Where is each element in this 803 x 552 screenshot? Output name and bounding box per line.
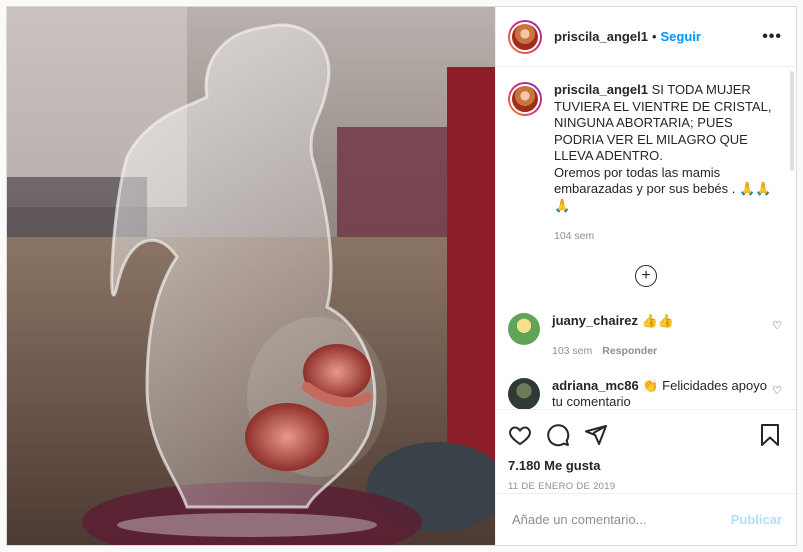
load-more: + — [496, 264, 796, 287]
avatar-image — [510, 84, 540, 114]
comment-like-icon[interactable]: ♡ — [772, 384, 782, 410]
add-comment-bar: Publicar — [496, 493, 796, 545]
caption-text: priscila_angel1 SI TODA MUJER TUVIERA EL… — [554, 82, 782, 165]
comment-username[interactable]: juany_chairez — [552, 313, 638, 328]
likes-count[interactable]: 7.180 Me gusta — [508, 458, 782, 473]
post-header: priscila_angel1 • Seguir ••• — [496, 7, 796, 67]
comment-body: juany_chairez 👍👍 103 sem Responder — [552, 313, 674, 360]
comment-text: juany_chairez 👍👍 — [552, 313, 674, 330]
caption-line2: Oremos por todas las mamis embarazadas y… — [554, 164, 772, 213]
comment-body: adriana_mc86 👏 Felicidades apoyo tu come… — [552, 378, 772, 410]
post-date[interactable]: 11 DE ENERO DE 2019 — [508, 481, 782, 492]
author-username[interactable]: priscila_angel1 — [554, 29, 648, 44]
comment-meta: 103 sem Responder — [552, 343, 674, 360]
publish-button[interactable]: Publicar — [731, 512, 782, 527]
follow-button[interactable]: Seguir — [661, 29, 701, 44]
caption-body: priscila_angel1 SI TODA MUJER TUVIERA EL… — [554, 82, 782, 245]
comment-username[interactable]: adriana_mc86 — [552, 378, 639, 393]
comment-content: 👍👍 — [641, 312, 674, 328]
caption-time[interactable]: 104 sem — [554, 228, 594, 245]
commenter-avatar[interactable] — [508, 312, 540, 345]
commenter-avatar[interactable] — [508, 377, 540, 409]
instagram-post: priscila_angel1 • Seguir ••• priscila_an… — [6, 6, 797, 546]
comment-item: adriana_mc86 👏 Felicidades apoyo tu come… — [496, 377, 796, 410]
plus-circle-icon[interactable]: + — [635, 264, 657, 287]
comment-input[interactable] — [510, 511, 731, 528]
caption-avatar[interactable] — [508, 82, 542, 116]
caption-comment: priscila_angel1 SI TODA MUJER TUVIERA EL… — [496, 68, 796, 245]
comment-text: adriana_mc86 👏 Felicidades apoyo tu come… — [552, 378, 772, 410]
glass-figure-photo — [7, 7, 495, 545]
post-side-panel: priscila_angel1 • Seguir ••• priscila_an… — [495, 7, 796, 545]
comment-icon[interactable] — [546, 423, 570, 447]
separator-dot: • — [651, 29, 657, 44]
caption-meta: 104 sem — [554, 228, 782, 245]
heart-icon[interactable] — [508, 423, 532, 447]
post-image[interactable] — [7, 7, 495, 545]
comment-like-icon[interactable]: ♡ — [772, 319, 782, 360]
share-icon[interactable] — [584, 423, 608, 447]
bookmark-icon[interactable] — [758, 423, 782, 447]
action-icons — [508, 420, 782, 450]
avatar-image — [510, 21, 540, 52]
author-avatar[interactable] — [508, 19, 542, 54]
post-actions: 7.180 Me gusta 11 DE ENERO DE 2019 — [496, 409, 796, 492]
more-horizontal-icon[interactable]: ••• — [762, 28, 782, 46]
comments-list[interactable]: priscila_angel1 SI TODA MUJER TUVIERA EL… — [496, 68, 796, 409]
comment-item: juany_chairez 👍👍 103 sem Responder ♡ — [496, 312, 796, 360]
caption-username[interactable]: priscila_angel1 — [554, 82, 648, 97]
reply-button[interactable]: Responder — [602, 343, 657, 360]
scrollbar[interactable] — [790, 71, 794, 171]
comment-time[interactable]: 103 sem — [552, 343, 592, 360]
